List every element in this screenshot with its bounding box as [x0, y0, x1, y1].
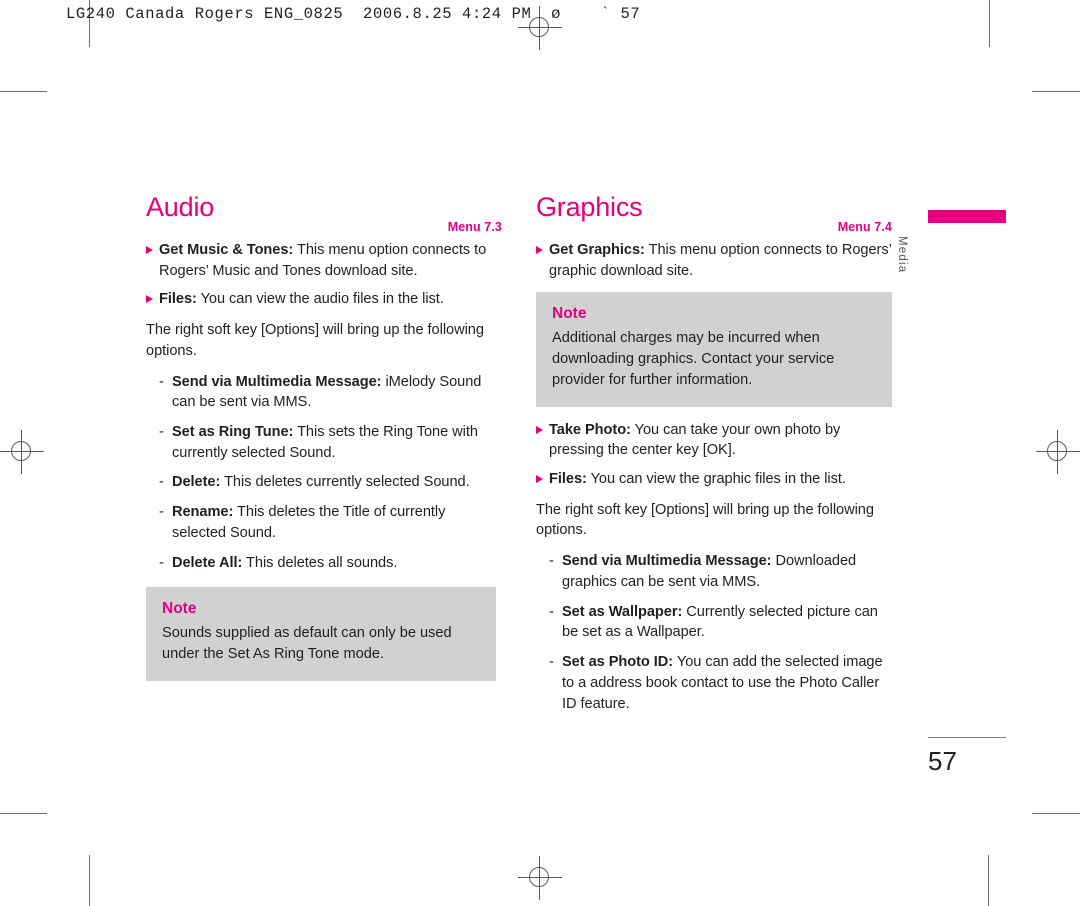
left-column: Audio Menu 7.3 Get Music & Tones: This m…	[146, 192, 502, 681]
list-item: - Rename: This deletes the Title of curr…	[159, 502, 502, 543]
list-item: - Set as Photo ID: You can add the selec…	[549, 652, 892, 714]
list-item-term: Set as Ring Tune:	[172, 424, 294, 441]
list-item-term: Get Music & Tones:	[159, 242, 294, 258]
graphics-note-box: Note Additional charges may be incurred …	[536, 292, 892, 407]
note-title: Note	[162, 600, 197, 618]
list-item-term: Take Photo:	[549, 421, 631, 438]
triangle-bullet-icon	[536, 425, 543, 434]
list-item: Get Music & Tones: This menu option conn…	[146, 240, 502, 281]
list-item-term: Send via Multimedia Message:	[172, 373, 382, 390]
chapter-tab-bar	[928, 210, 1006, 223]
list-item-text: This deletes all sounds.	[242, 554, 398, 571]
graphics-section-title: Graphics	[536, 192, 643, 222]
audio-section-title: Audio	[146, 192, 215, 222]
audio-note-box: Note Sounds supplied as default can only…	[146, 587, 496, 681]
dash-bullet-icon: -	[159, 554, 164, 571]
list-item: - Delete All: This deletes all sounds.	[159, 553, 502, 574]
list-item-text: You can view the audio files in the list…	[196, 291, 444, 308]
chapter-tab-label: Media	[896, 236, 908, 274]
graphics-menu-reference: Menu 7.4	[837, 220, 892, 234]
list-item-term: Delete:	[172, 474, 221, 491]
graphics-section-header: Graphics Menu 7.4	[536, 192, 892, 240]
list-item: Files: You can view the audio files in t…	[146, 289, 502, 310]
list-item: Files: You can view the graphic files in…	[536, 469, 892, 490]
list-item-text: This deletes currently selected Sound.	[220, 474, 470, 491]
triangle-bullet-icon	[146, 295, 153, 304]
dash-bullet-icon: -	[549, 654, 554, 671]
graphics-options-list: - Send via Multimedia Message: Downloade…	[549, 551, 892, 714]
audio-options-list: - Send via Multimedia Message: iMelody S…	[159, 372, 502, 574]
page-number: 57	[928, 746, 957, 776]
graphics-bullet-list-top: Get Graphics: This menu option connects …	[536, 240, 892, 281]
note-title: Note	[552, 305, 587, 323]
list-item-term: Rename:	[172, 504, 234, 521]
audio-section-header: Audio Menu 7.3	[146, 192, 502, 240]
triangle-bullet-icon	[536, 246, 543, 254]
manual-page: Audio Menu 7.3 Get Music & Tones: This m…	[0, 0, 1080, 906]
list-item: - Send via Multimedia Message: iMelody S…	[159, 372, 502, 413]
graphics-bullet-list-bottom: Take Photo: You can take your own photo …	[536, 420, 892, 715]
list-item-term: Delete All:	[172, 554, 243, 571]
triangle-bullet-icon	[536, 475, 543, 484]
right-column: Graphics Menu 7.4 Get Graphics: This men…	[536, 192, 892, 723]
audio-bullet-list: Get Music & Tones: This menu option conn…	[146, 240, 502, 573]
dash-bullet-icon: -	[159, 424, 164, 441]
list-item-term: Get Graphics:	[549, 242, 645, 258]
dash-bullet-icon: -	[159, 504, 164, 521]
dash-bullet-icon: -	[159, 373, 164, 390]
triangle-bullet-icon	[146, 246, 153, 254]
list-item: Take Photo: You can take your own photo …	[536, 420, 892, 461]
dash-bullet-icon: -	[549, 603, 554, 620]
dash-bullet-icon: -	[159, 474, 164, 491]
list-item: Get Graphics: This menu option connects …	[536, 240, 892, 281]
list-item: - Set as Wallpaper: Currently selected p…	[549, 602, 892, 643]
note-body: Additional charges may be incurred when …	[552, 330, 835, 388]
list-item-term: Files:	[549, 471, 587, 488]
folio-rule	[928, 737, 1006, 738]
graphics-options-intro: The right soft key [Options] will bring …	[536, 501, 874, 539]
list-item-text: You can view the graphic files in the li…	[586, 471, 846, 488]
list-item-term: Send via Multimedia Message:	[562, 553, 772, 570]
list-item: - Set as Ring Tune: This sets the Ring T…	[159, 422, 502, 463]
audio-options-intro: The right soft key [Options] will bring …	[146, 322, 484, 359]
audio-menu-reference: Menu 7.3	[447, 220, 502, 234]
dash-bullet-icon: -	[549, 553, 554, 570]
list-item: - Send via Multimedia Message: Downloade…	[549, 551, 892, 592]
list-item: - Delete: This deletes currently selecte…	[159, 472, 502, 493]
list-item-term: Set as Photo ID:	[562, 654, 674, 671]
note-body: Sounds supplied as default can only be u…	[162, 625, 452, 663]
list-item-term: Files:	[159, 291, 197, 308]
list-item-term: Set as Wallpaper:	[562, 603, 683, 620]
